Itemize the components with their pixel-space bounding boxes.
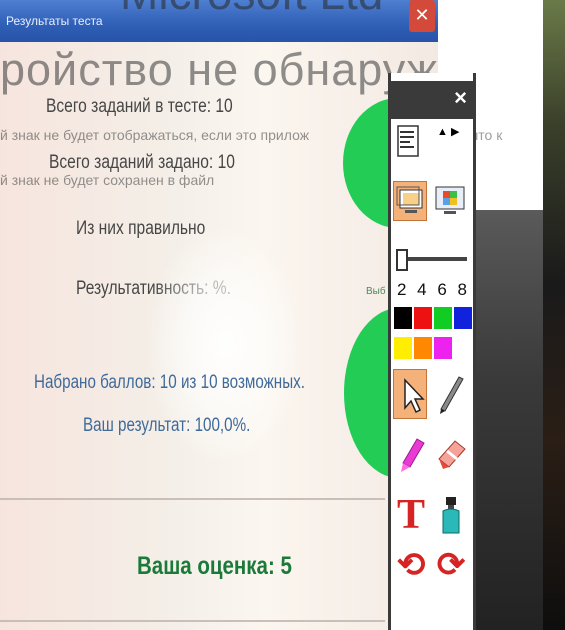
test-results-window: Результаты теста ✕ Microsoft Ltd ройство…: [0, 0, 438, 630]
window-close-button[interactable]: ✕: [409, 0, 435, 32]
redo-icon[interactable]: ⟳: [433, 543, 469, 587]
toolbar-header: ×: [391, 81, 473, 119]
stat-tasks-given: Всего заданий задано: 10: [49, 152, 235, 173]
screen-capture-icon: [396, 186, 423, 213]
pen-tool-button[interactable]: [433, 371, 469, 415]
ghost-title-text: Microsoft Ltd: [120, 0, 383, 20]
annotation-toolbar: × ▲ ▶ 2 4 6 8 T ⟲ ⟳: [388, 73, 476, 630]
pen-width-labels: 2 4 6 8: [397, 280, 470, 299]
background-dark-area: [476, 210, 544, 630]
text-tool-icon[interactable]: T: [393, 492, 429, 538]
page-icon[interactable]: [397, 125, 419, 157]
color-swatch-blue[interactable]: [454, 307, 472, 329]
divider-bottom: [0, 620, 385, 622]
circle-label: Выб: [366, 286, 386, 297]
pen-width-slider-thumb[interactable]: [396, 249, 408, 271]
color-swatch-black[interactable]: [394, 307, 412, 329]
cursor-arrow-icon: [404, 378, 425, 414]
color-swatch-orange[interactable]: [414, 337, 432, 359]
toolbar-close-button[interactable]: ×: [454, 85, 467, 111]
spray-bottle-icon: [442, 497, 460, 534]
ghost-heading-text: ройство не обнаружено: [0, 44, 438, 95]
color-swatch-green[interactable]: [434, 307, 452, 329]
eraser-icon: [438, 440, 466, 469]
desktop-mode-button[interactable]: [433, 181, 467, 221]
stat-total-tasks: Всего заданий в тесте: 10: [46, 96, 233, 117]
eraser-tool-button[interactable]: [433, 431, 469, 475]
color-swatch-magenta[interactable]: [434, 337, 452, 359]
page-nav-arrows[interactable]: ▲ ▶: [437, 125, 459, 138]
monitor-icon: [435, 186, 465, 214]
pen-icon: [440, 376, 464, 414]
color-swatch-yellow[interactable]: [394, 337, 412, 359]
undo-icon[interactable]: ⟲: [393, 543, 429, 587]
highlighter-icon: [401, 438, 425, 472]
capture-screen-button[interactable]: [393, 181, 427, 221]
highlighter-tool-button[interactable]: [393, 431, 429, 475]
spray-tool-button[interactable]: [433, 493, 469, 537]
window-title: Результаты теста: [6, 14, 103, 28]
divider-top: [0, 498, 385, 500]
ghost-line-1-left: й знак не будет отображаться, если это п…: [0, 127, 310, 143]
grade-text: Ваша оценка: 5: [137, 552, 292, 580]
score-result: Ваш результат: 100,0%.: [83, 415, 251, 436]
score-points: Набрано баллов: 10 из 10 возможных.: [34, 372, 305, 393]
background-photo-edge: [543, 0, 565, 630]
select-tool-button[interactable]: [393, 369, 427, 419]
color-swatch-red[interactable]: [414, 307, 432, 329]
ghost-line-2: й знак не будет сохранен в файл: [0, 172, 215, 188]
